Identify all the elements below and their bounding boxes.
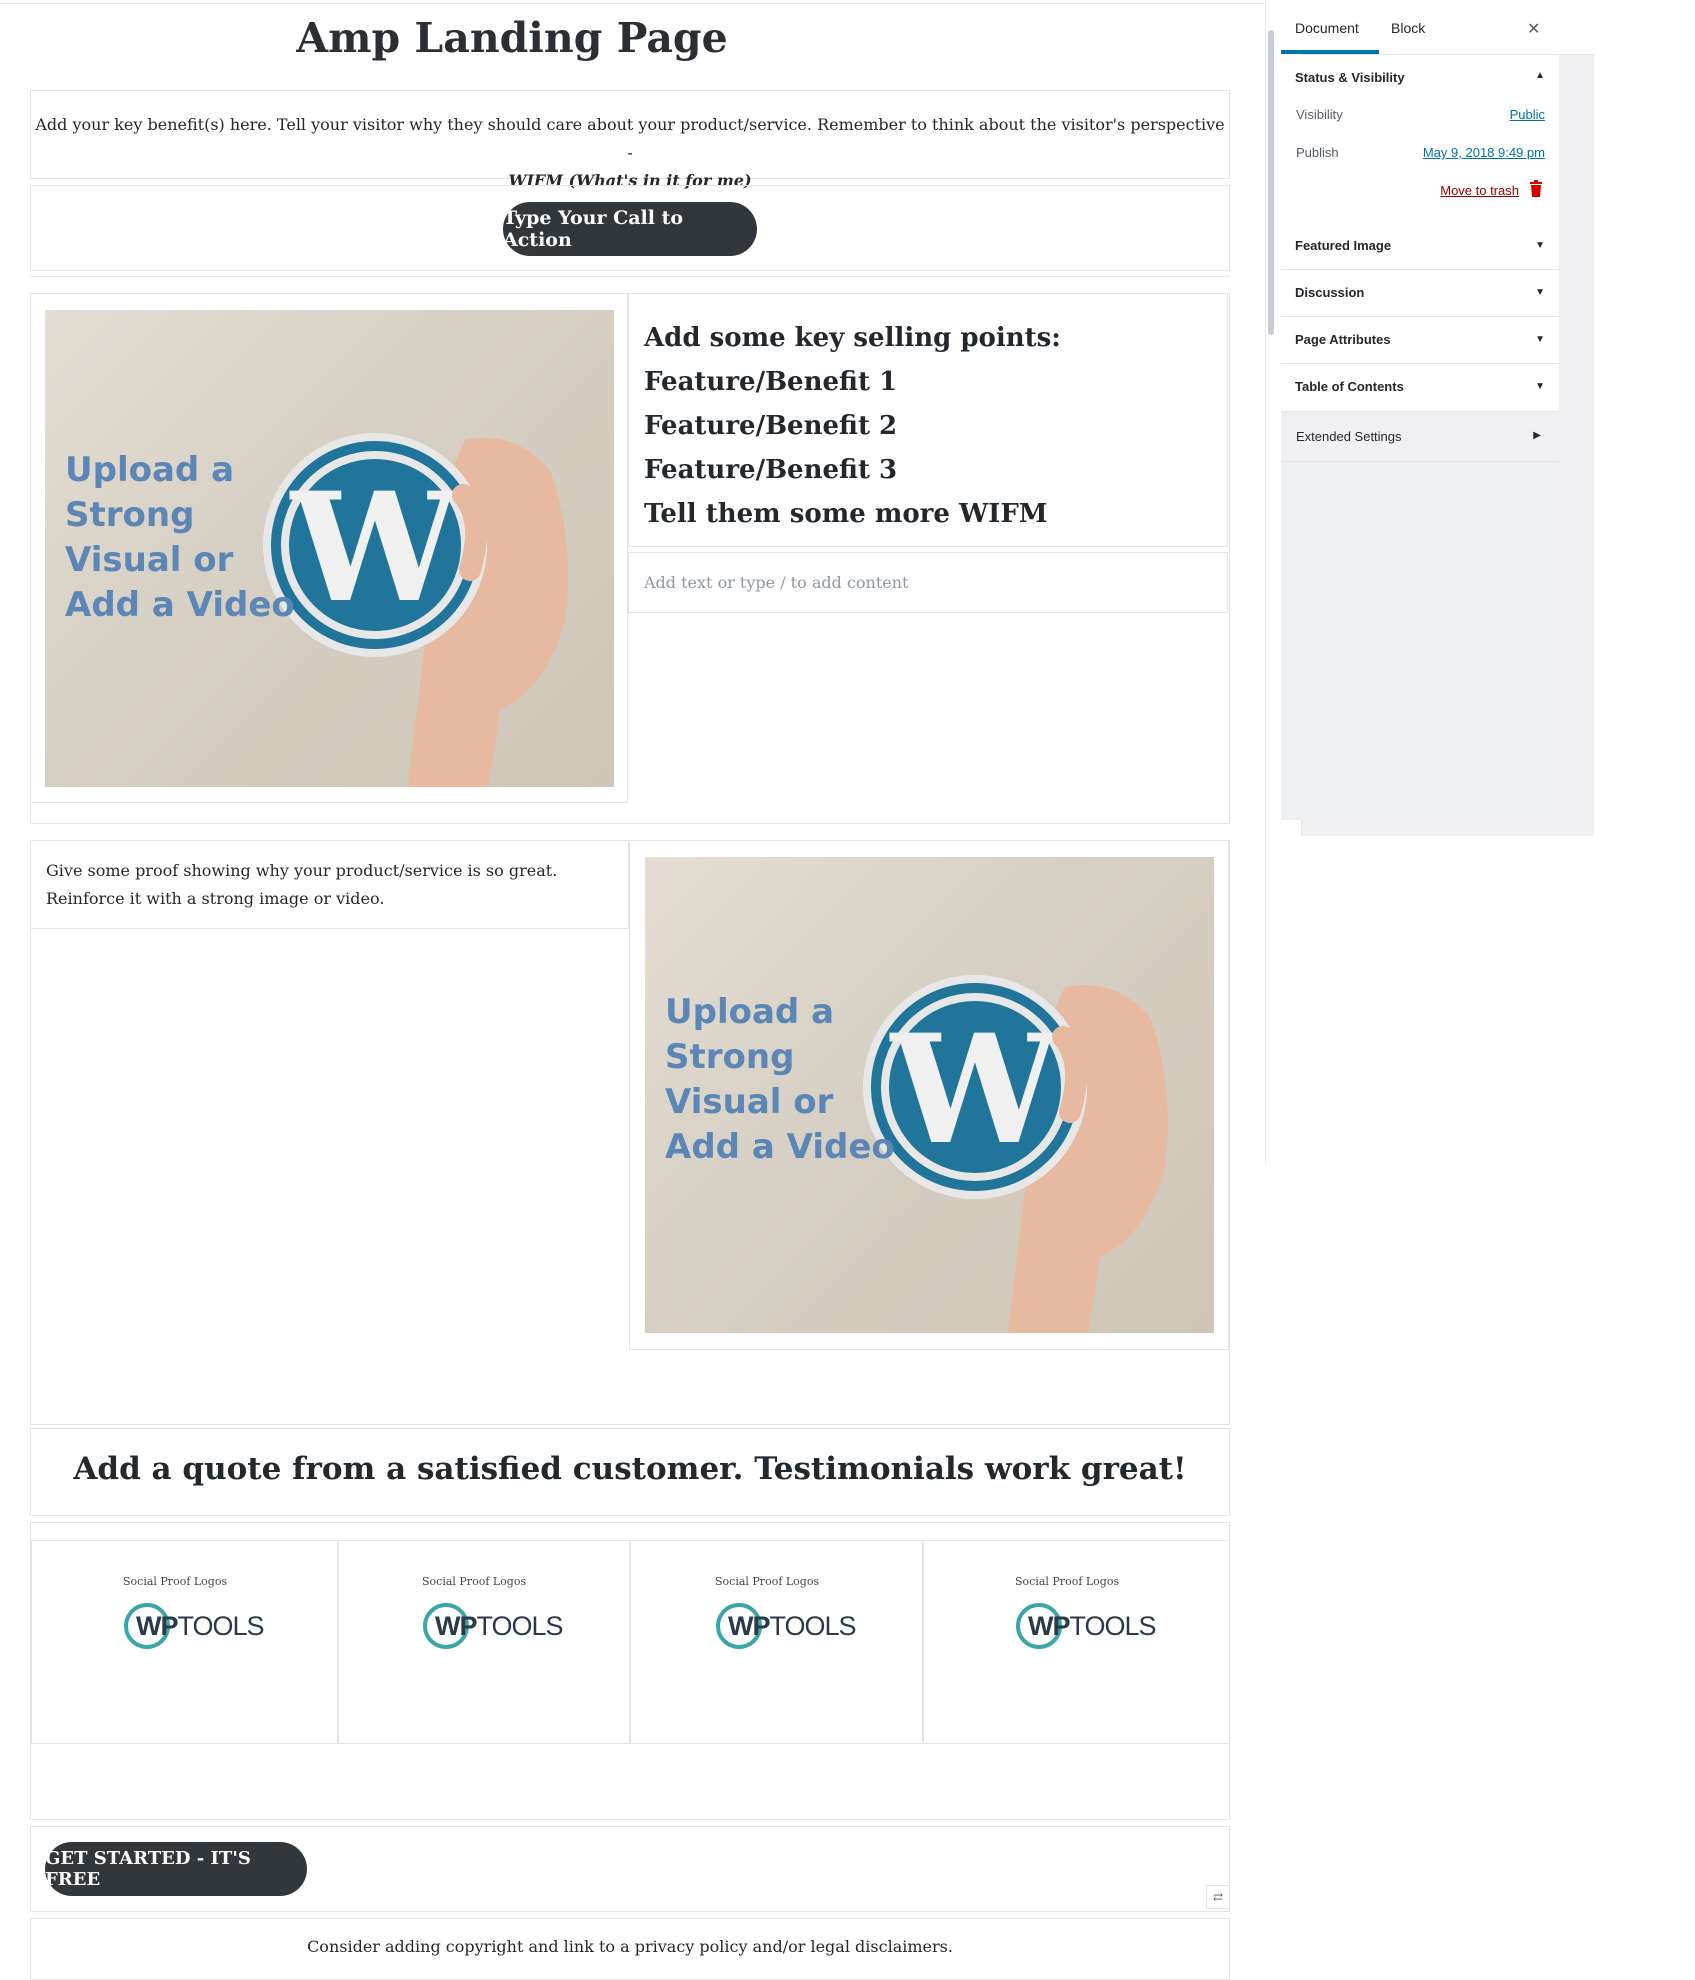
intro-paragraph-block[interactable]: Add your key benefit(s) here. Tell your … xyxy=(30,90,1230,190)
caret-down-icon: ▼ xyxy=(1535,334,1545,345)
logo-cell[interactable]: Social Proof Logos WPTOOLS xyxy=(338,1540,630,1744)
panel-extended-settings[interactable]: Extended Settings ▶ xyxy=(1281,412,1559,462)
logo-caption: Social Proof Logos xyxy=(123,1575,228,1588)
logo-caption: Social Proof Logos xyxy=(1015,1575,1120,1588)
wordpress-image-1[interactable]: W Upload a Strong Visual or Add a Video xyxy=(45,310,614,787)
testimonial-block[interactable]: Add a quote from a satisfied customer. T… xyxy=(30,1428,1230,1516)
feature-item: Feature/Benefit 3 xyxy=(644,455,898,485)
feature-item: Tell them some more WIFM xyxy=(644,499,1048,529)
wptools-logo: WPTOOLS xyxy=(1014,1601,1157,1651)
tab-document-active-indicator xyxy=(1281,50,1379,54)
get-started-button[interactable]: GET STARTED - IT'S FREE xyxy=(45,1842,307,1896)
caret-up-icon[interactable]: ▲ xyxy=(1535,70,1545,81)
add-content-placeholder[interactable]: Add text or type / to add content xyxy=(628,552,1228,613)
publish-label: Publish xyxy=(1296,145,1339,160)
logo-caption: Social Proof Logos xyxy=(715,1575,820,1588)
testimonial-quote: Add a quote from a satisfied customer. T… xyxy=(73,1451,1187,1487)
panel-discussion[interactable]: Discussion ▼ xyxy=(1281,270,1559,317)
sidebar-scroll-track xyxy=(1265,0,1266,1165)
footer-block[interactable]: Consider adding copyright and link to a … xyxy=(30,1918,1230,1980)
features-heading: Add some key selling points: xyxy=(644,323,1061,353)
wptools-logo: WPTOOLS xyxy=(122,1601,265,1651)
proof-text: Give some proof showing why your product… xyxy=(46,861,558,908)
page-title[interactable]: Amp Landing Page xyxy=(0,14,1024,62)
logo-cell[interactable]: Social Proof Logos WPTOOLS xyxy=(923,1540,1230,1744)
panel-featured-image[interactable]: Featured Image ▼ xyxy=(1281,223,1559,270)
logo-cell[interactable]: Social Proof Logos WPTOOLS xyxy=(630,1540,923,1744)
svg-text:W: W xyxy=(889,1002,1062,1178)
visibility-label: Visibility xyxy=(1296,107,1343,122)
svg-text:W: W xyxy=(289,460,462,636)
logo-cell[interactable]: Social Proof Logos WPTOOLS xyxy=(31,1540,338,1744)
change-alignment-icon[interactable]: ⇄ xyxy=(1206,1885,1230,1909)
placeholder-text: Add text or type / to add content xyxy=(644,573,909,592)
caret-down-icon: ▼ xyxy=(1535,381,1545,392)
wordpress-image-2[interactable]: W Upload a Strong Visual or Add a Video xyxy=(645,857,1214,1333)
panel-page-attributes[interactable]: Page Attributes ▼ xyxy=(1281,317,1559,364)
intro-text: Add your key benefit(s) here. Tell your … xyxy=(35,115,1225,162)
tab-block[interactable]: Block xyxy=(1391,20,1425,36)
close-icon[interactable]: ✕ xyxy=(1527,19,1540,39)
move-to-trash-link[interactable]: Move to trash xyxy=(1440,183,1519,198)
feature-item: Feature/Benefit 1 xyxy=(644,367,898,397)
publish-date-link[interactable]: May 9, 2018 9:49 pm xyxy=(1423,145,1545,160)
caret-down-icon: ▼ xyxy=(1535,240,1545,251)
image-overlay-text: Upload a Strong Visual or Add a Video xyxy=(65,450,295,625)
call-to-action-button[interactable]: Type Your Call to Action xyxy=(503,202,757,256)
feature-list-block[interactable]: Add some key selling points: Feature/Ben… xyxy=(628,293,1228,547)
sidebar-empty-area xyxy=(1281,462,1559,820)
wptools-logo: WPTOOLS xyxy=(421,1601,564,1651)
get-started-block: GET STARTED - IT'S FREE ⇄ xyxy=(30,1826,1230,1912)
image-overlay-text: Upload a Strong Visual or Add a Video xyxy=(665,992,895,1167)
trash-icon[interactable] xyxy=(1529,180,1543,197)
section-divider xyxy=(30,276,1230,277)
footer-text: Consider adding copyright and link to a … xyxy=(307,1937,953,1956)
proof-paragraph-block[interactable]: Give some proof showing why your product… xyxy=(30,840,629,929)
panel-table-of-contents[interactable]: Table of Contents ▼ xyxy=(1281,364,1559,412)
editor-top-border xyxy=(0,3,1265,4)
feature-item: Feature/Benefit 2 xyxy=(644,411,898,441)
wptools-logo: WPTOOLS xyxy=(714,1601,857,1651)
cta-block: Type Your Call to Action xyxy=(30,185,1230,271)
visibility-value-link[interactable]: Public xyxy=(1510,107,1545,122)
status-visibility-title[interactable]: Status & Visibility xyxy=(1295,70,1405,85)
logo-caption: Social Proof Logos xyxy=(422,1575,527,1588)
caret-right-icon: ▶ xyxy=(1533,430,1541,441)
caret-down-icon: ▼ xyxy=(1535,287,1545,298)
sidebar-scrollbar[interactable] xyxy=(1268,30,1274,335)
tab-document[interactable]: Document xyxy=(1295,20,1359,36)
